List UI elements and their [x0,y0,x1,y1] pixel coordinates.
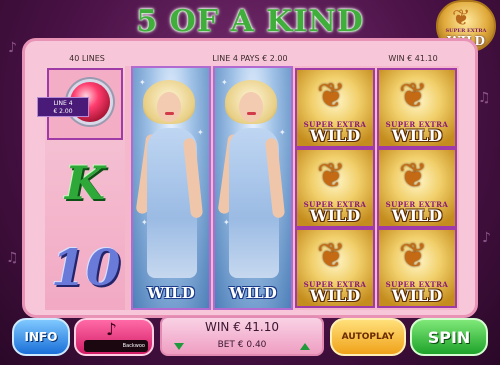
super-wild-label: WILD [309,206,361,225]
butterfly-icon: ❦ [317,76,346,116]
super-extra-wild-symbol: ❦ SUPER EXTRA WILD [377,68,457,148]
super-extra-wild-symbol: ❦ SUPER EXTRA WILD [295,68,375,148]
wild-reel-2: ✦ ✦ ✦ WILD [131,66,211,310]
singer-face [157,92,181,122]
butterfly-icon: ❦ [399,156,428,196]
line-tag-line: LINE 4 [53,100,73,107]
info-bar: 40 LINES LINE 4 PAYS € 2.00 WIN € 41.10 [42,52,458,65]
music-note-decoration: ♪ [8,40,17,56]
reel-1: LINE 4 € 2.00 K 10 [37,66,125,310]
reel-area: LINE 4 € 2.00 K 10 ✦ ✦ ✦ WILD ✦ ✦ ✦ WILD… [37,66,459,310]
line-tag-amount: € 2.00 [53,108,73,115]
win-bet-panel: WIN € 41.10 BET € 0.40 [160,316,324,356]
super-extra-wild-symbol: ❦ SUPER EXTRA WILD [377,228,457,308]
super-wild-label: WILD [391,206,443,225]
music-note-decoration: ♫ [478,90,491,106]
butterfly-icon: ❦ [317,236,346,276]
line-win-tag: LINE 4 € 2.00 [37,97,89,117]
lines-count: 40 LINES [69,54,105,63]
singer-lips [247,112,256,115]
super-extra-wild-symbol: ❦ SUPER EXTRA WILD [295,148,375,228]
singer-lips [165,112,174,115]
wild-reel-3: ✦ ✦ ✦ WILD [213,66,293,310]
super-wild-label: WILD [309,286,361,305]
game-title: 5 OF A KIND [136,4,364,39]
win-display: WIN € 41.10 [205,320,279,334]
sparkle-icon: ✦ [279,128,286,137]
spin-button[interactable]: SPIN [410,318,488,356]
music-note-icon: ♪ [106,320,117,340]
bet-display: BET € 0.40 [217,340,267,350]
win-amount: WIN € 41.10 [388,54,438,63]
line-pays: LINE 4 PAYS € 2.00 [212,54,288,63]
butterfly-icon: ❦ [399,76,428,116]
music-note-decoration: ♫ [6,250,19,266]
music-player-button[interactable]: ♪ Backwoo [74,318,154,356]
music-note-decoration: ♪ [482,230,491,246]
ten-symbol: 10 [51,238,121,297]
super-extra-wild-symbol: ❦ SUPER EXTRA WILD [295,228,375,308]
butterfly-icon: ❦ [317,156,346,196]
sparkle-icon: ✦ [139,78,146,87]
info-button[interactable]: INFO [12,318,70,356]
super-extra-wild-symbol: ❦ SUPER EXTRA WILD [377,148,457,228]
super-wild-label: WILD [391,126,443,145]
bet-increase-icon[interactable] [300,343,310,350]
music-track-name: Backwoo [84,340,148,352]
wild-label: WILD [229,284,277,302]
singer-face [239,92,263,122]
sparkle-icon: ✦ [221,78,228,87]
super-wild-label: WILD [391,286,443,305]
sparkle-icon: ✦ [197,128,204,137]
butterfly-icon: ❦ [399,236,428,276]
super-wild-label: WILD [309,126,361,145]
wild-label: WILD [147,284,195,302]
k-symbol: K [65,156,105,210]
autoplay-button[interactable]: AUTOPLAY [330,318,406,356]
